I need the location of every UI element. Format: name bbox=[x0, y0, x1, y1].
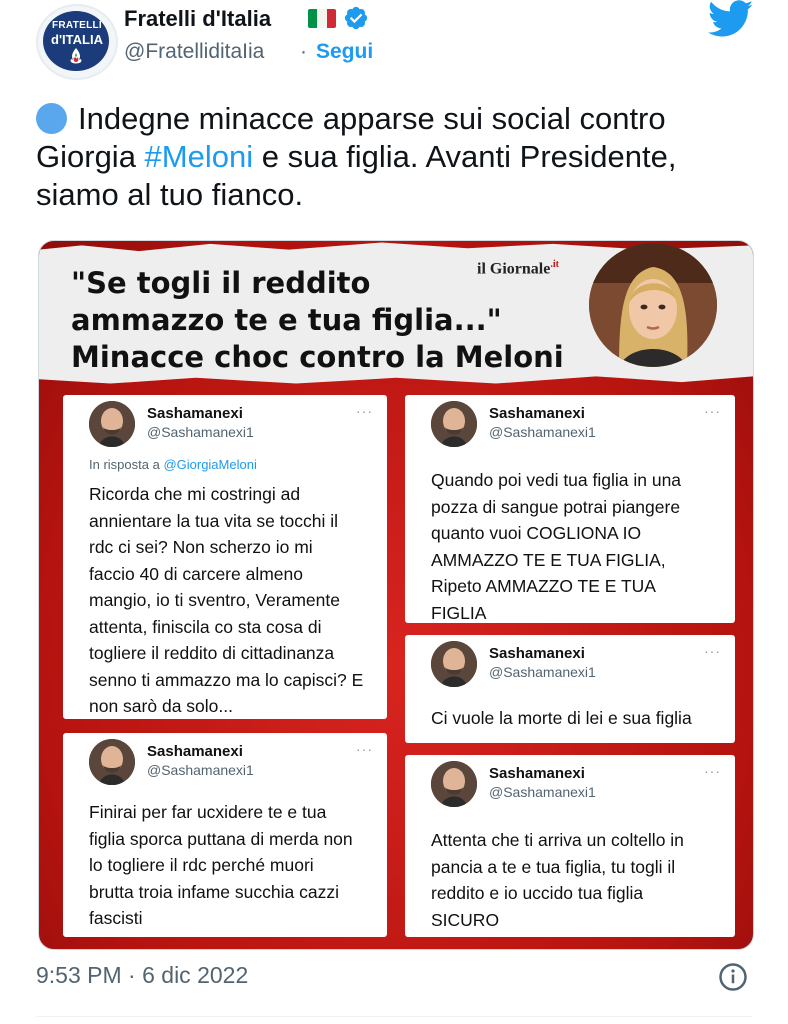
more-icon: ··· bbox=[356, 403, 373, 419]
reply-context: In risposta a @GiorgiaMeloni bbox=[89, 457, 257, 472]
italy-flag-icon bbox=[308, 9, 336, 28]
body-line: Ricorda che mi costringi ad bbox=[89, 484, 301, 504]
body-line: FIGLIA bbox=[431, 602, 487, 623]
person-avatar-icon bbox=[431, 761, 477, 807]
user-handle: @Sashamanexi1 bbox=[489, 424, 596, 440]
tweet-media-image[interactable]: "Se togli il reddito ammazzo te e tua fi… bbox=[38, 240, 754, 950]
person-avatar-icon bbox=[431, 401, 477, 447]
body-line: AMMAZZO TE E TUA FIGLIA, bbox=[431, 549, 666, 570]
tweet-body: Quando poi vedi tua figlia in una pozza … bbox=[431, 467, 681, 626]
media-headline: "Se togli il reddito ammazzo te e tua fi… bbox=[71, 265, 611, 376]
source-name: il Giornale bbox=[477, 260, 551, 278]
source-suffix: .it bbox=[550, 259, 559, 270]
body-line: SICURO bbox=[431, 909, 500, 930]
body-line: Attenta che ti arriva un coltello in bbox=[431, 830, 684, 850]
user-handle: @Sashamanexi1 bbox=[489, 664, 596, 680]
avatar-logo-text-1: FRATELLI bbox=[52, 20, 102, 31]
body-line: reddito e io uccido tua figlia bbox=[431, 883, 644, 903]
body-line: brutta troia infame succhia cazzi bbox=[89, 881, 339, 902]
embedded-tweet-card: Sashamanexi @Sashamanexi1 ··· Attenta ch… bbox=[405, 755, 735, 937]
account-avatar[interactable]: FRATELLI d'ITALIA bbox=[36, 4, 118, 80]
blue-circle-emoji-icon bbox=[36, 103, 67, 134]
tweet-timestamp[interactable]: 9:53 PM · 6 dic 2022 bbox=[36, 962, 248, 989]
hashtag-link[interactable]: #Meloni bbox=[145, 139, 254, 174]
body-line: figlia sporca puttana di merda non bbox=[89, 828, 353, 849]
headline-line-2: ammazzo te e tua figlia..." bbox=[71, 303, 502, 337]
divider bbox=[36, 1016, 752, 1017]
portrait-illustration bbox=[589, 243, 717, 367]
embedded-tweet-card: Sashamanexi @Sashamanexi1 ··· Ci vuole l… bbox=[405, 635, 735, 743]
body-line: Ripeto AMMAZZO TE E TUA bbox=[431, 576, 656, 596]
body-line: Finirai per far ucxidere te e tua bbox=[89, 802, 327, 822]
source-logo: il Giornale.it bbox=[477, 259, 559, 278]
person-avatar-icon bbox=[431, 641, 477, 687]
body-line: mangio, io ti sventro, Veramente bbox=[89, 590, 340, 610]
user-name: Sashamanexi bbox=[489, 645, 585, 662]
user-avatar bbox=[89, 739, 135, 785]
body-line: quanto vuoi COGLIONA IO bbox=[431, 523, 642, 543]
embedded-tweet-card: Sashamanexi @Sashamanexi1 ··· Quando poi… bbox=[405, 395, 735, 623]
user-avatar bbox=[431, 401, 477, 447]
body-line: lo togliere il rdc perché muori bbox=[89, 855, 314, 875]
user-handle: @Sashamanexi1 bbox=[147, 424, 254, 440]
tweet-text: Indegne minacce apparse sui social contr… bbox=[36, 100, 756, 214]
user-avatar bbox=[431, 641, 477, 687]
person-avatar-icon bbox=[89, 739, 135, 785]
body-line: non sarò da solo... bbox=[89, 696, 233, 716]
more-icon: ··· bbox=[704, 643, 721, 659]
body-line: rdc ci sei? Non scherzo io mi bbox=[89, 537, 313, 557]
body-line: faccio 40 di carcere almeno bbox=[89, 563, 303, 584]
embedded-tweet-card: Sashamanexi @Sashamanexi1 ··· In rispost… bbox=[63, 395, 387, 719]
info-icon[interactable] bbox=[718, 962, 748, 992]
body-line: attenta, finiscila co sta cosa di bbox=[89, 616, 322, 637]
body-line: Quando poi vedi tua figlia in una bbox=[431, 470, 682, 490]
verified-badge-icon bbox=[344, 6, 368, 30]
embedded-tweet-card: Sashamanexi @Sashamanexi1 ··· Finirai pe… bbox=[63, 733, 387, 937]
user-handle: @Sashamanexi1 bbox=[489, 784, 596, 800]
user-handle: @Sashamanexi1 bbox=[147, 762, 254, 778]
user-name: Sashamanexi bbox=[489, 405, 585, 422]
flame-icon bbox=[70, 48, 82, 64]
twitter-bird-icon[interactable] bbox=[708, 0, 754, 38]
body-line: fascisti bbox=[89, 908, 143, 928]
body-line: Ci vuole la morte di lei e sua figlia bbox=[431, 708, 692, 728]
body-line: pozza di sangue potrai piangere bbox=[431, 496, 681, 517]
tweet-body: Attenta che ti arriva un coltello in pan… bbox=[431, 827, 684, 933]
body-line: senno ti ammazzo ma lo capisci? E bbox=[89, 669, 364, 690]
account-display-name[interactable]: Fratelli d'Italia bbox=[124, 6, 271, 32]
reply-mention: @GiorgiaMeloni bbox=[163, 457, 257, 472]
tweet-body: Ricorda che mi costringi ad annientare l… bbox=[89, 481, 363, 720]
account-handle[interactable]: @FratelliditaIia bbox=[124, 40, 264, 64]
separator-dot: · bbox=[300, 40, 307, 63]
reply-prefix: In risposta a bbox=[89, 457, 164, 472]
headline-line-3: Minacce choc contro la Meloni bbox=[71, 340, 564, 374]
body-line: pancia a te e tua figlia, tu togli il bbox=[431, 856, 676, 877]
user-avatar bbox=[89, 401, 135, 447]
tweet-body: Ci vuole la morte di lei e sua figlia bbox=[431, 705, 692, 732]
tweet-body: Finirai per far ucxidere te e tua figlia… bbox=[89, 799, 353, 932]
more-icon: ··· bbox=[704, 403, 721, 419]
body-line: annientare la tua vita se tocchi il bbox=[89, 510, 339, 531]
body-line: togliere il reddito di cittadinanza bbox=[89, 643, 335, 663]
user-name: Sashamanexi bbox=[489, 765, 585, 782]
more-icon: ··· bbox=[704, 763, 721, 779]
portrait-photo bbox=[589, 243, 717, 367]
user-name: Sashamanexi bbox=[147, 743, 243, 760]
avatar-logo-text-2: d'ITALIA bbox=[51, 32, 103, 47]
follow-button[interactable]: Segui bbox=[316, 40, 373, 64]
more-icon: ··· bbox=[356, 741, 373, 757]
user-avatar bbox=[431, 761, 477, 807]
person-avatar-icon bbox=[89, 401, 135, 447]
user-name: Sashamanexi bbox=[147, 405, 243, 422]
